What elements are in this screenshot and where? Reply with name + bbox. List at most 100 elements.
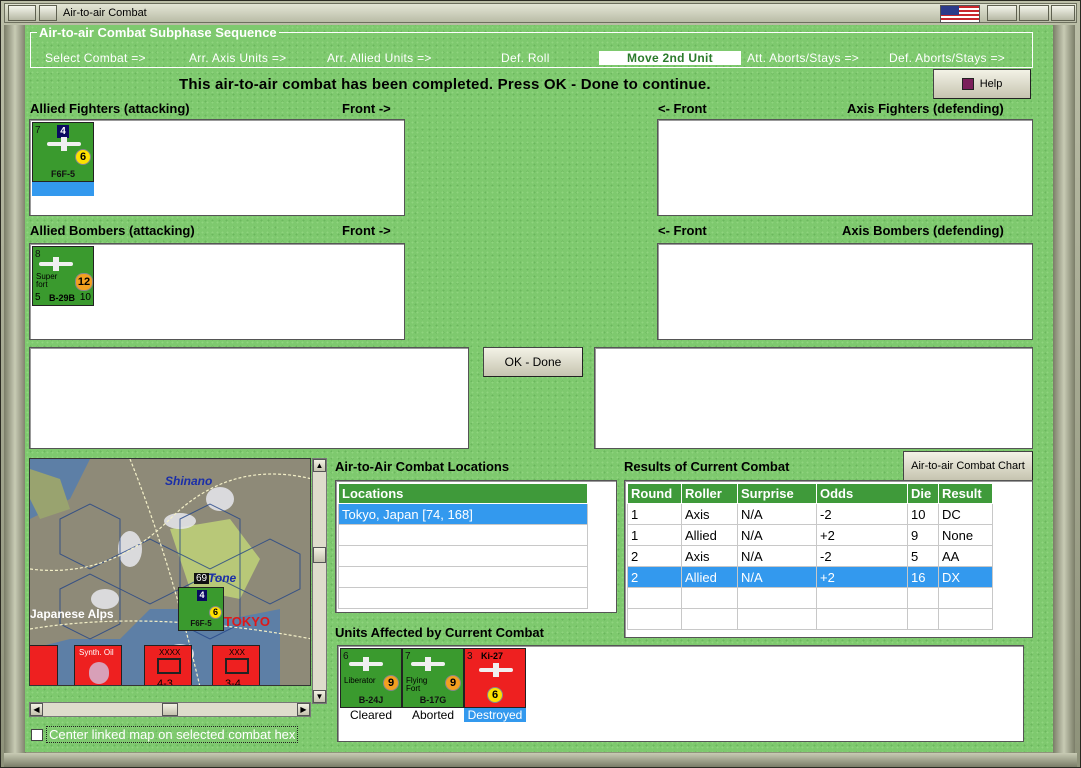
axis-fighters-front: <- Front — [658, 101, 707, 116]
result-row[interactable]: 1 Axis N/A -2 10 DC — [627, 503, 993, 525]
map-synth-oil-counter[interactable]: Synth. Oil — [74, 645, 122, 685]
map-counter-1[interactable] — [30, 645, 58, 685]
ok-done-button[interactable]: OK - Done — [483, 347, 583, 377]
location-row[interactable] — [338, 566, 588, 588]
scroll-right-arrow[interactable]: ▶ — [297, 703, 310, 716]
result-cell: +2 — [816, 524, 908, 546]
ki27-status: Destroyed — [464, 708, 526, 722]
allied-notes-box — [29, 347, 469, 449]
result-cell: -2 — [816, 503, 908, 525]
counter-name: F6F-5 — [190, 619, 212, 628]
step-def-roll: Def. Roll — [501, 51, 550, 65]
result-cell: DX — [938, 566, 993, 588]
minimize-button[interactable] — [987, 5, 1017, 21]
result-cell — [627, 608, 682, 630]
results-header-result: Result — [938, 483, 993, 504]
ki27-counter[interactable]: 3 Ki-27 6 — [464, 648, 526, 708]
counter-name: Ki-27 — [481, 651, 504, 661]
combat-chart-button[interactable]: Air-to-air Combat Chart — [903, 451, 1033, 481]
help-button[interactable]: Help — [933, 69, 1031, 99]
result-cell: 1 — [627, 503, 682, 525]
location-row[interactable] — [338, 545, 588, 567]
f6f-counter[interactable]: 7 4 6 F6F-5 — [32, 122, 94, 182]
result-row-selected[interactable]: 2 Allied N/A +2 16 DX — [627, 566, 993, 588]
locations-header: Locations — [338, 483, 588, 504]
counter-subname: Super fort — [36, 272, 58, 289]
scroll-left-arrow[interactable]: ◀ — [30, 703, 43, 716]
result-row[interactable] — [627, 587, 993, 609]
scroll-down-arrow[interactable]: ▼ — [313, 690, 326, 703]
result-cell — [681, 608, 738, 630]
counter-badge: 9 — [383, 675, 399, 691]
b24j-counter[interactable]: 6 Liberator 9 B-24J — [340, 648, 402, 708]
counter-left-value: 7 — [405, 651, 411, 662]
scroll-thumb-h[interactable] — [162, 703, 178, 716]
system-menu-button-2[interactable] — [39, 5, 57, 21]
affected-units-box[interactable]: 6 Liberator 9 B-24J Cleared 7 Flying For… — [337, 645, 1024, 742]
result-cell: 16 — [907, 566, 939, 588]
linked-map[interactable]: Shinano Tone Japanese Alps TOKYO 69 4 6 … — [29, 458, 311, 686]
army-strength-2: 3-4 — [225, 678, 241, 686]
locations-list[interactable]: Locations Tokyo, Japan [74, 168] — [335, 480, 617, 613]
counter-bottom-right: 10 — [79, 292, 91, 303]
result-cell: None — [938, 524, 993, 546]
synth-oil-label: Synth. Oil — [79, 648, 114, 657]
f6f-selection-bar — [32, 182, 94, 196]
map-army-counter-1[interactable]: XXXX 4-3 — [144, 645, 192, 685]
counter-badge: 9 — [445, 675, 461, 691]
axis-fighters-box[interactable] — [657, 119, 1033, 216]
location-cell — [338, 524, 588, 546]
maximize-button[interactable] — [1019, 5, 1049, 21]
step-select-combat: Select Combat => — [45, 51, 146, 65]
bomber-plane-icon — [39, 257, 87, 271]
counter-subname: Liberator — [344, 676, 376, 685]
fighter-plane-icon — [479, 663, 513, 677]
center-map-label[interactable]: Center linked map on selected combat hex — [46, 726, 299, 743]
window-title: Air-to-air Combat — [63, 7, 147, 19]
right-frame — [1053, 25, 1075, 759]
scroll-up-arrow[interactable]: ▲ — [313, 459, 326, 472]
scroll-thumb-v[interactable] — [313, 547, 326, 563]
result-cell: 1 — [627, 524, 682, 546]
results-table: Round Roller Surprise Odds Die Result 1A… — [627, 483, 993, 630]
counter-badge: 12 — [75, 273, 93, 291]
result-row[interactable]: 2 Axis N/A -2 5 AA — [627, 545, 993, 567]
result-cell — [907, 608, 939, 630]
result-cell: 5 — [907, 545, 939, 567]
us-flag-icon — [940, 5, 980, 23]
result-row[interactable]: 1 Allied N/A +2 9 None — [627, 524, 993, 546]
title-bar: Air-to-air Combat — [4, 3, 1077, 23]
army-size-1: XXXX — [159, 648, 181, 657]
axis-bombers-front: <- Front — [658, 223, 707, 238]
map-vertical-scrollbar[interactable]: ▲ ▼ — [312, 458, 327, 704]
b17g-counter[interactable]: 7 Flying Fort 9 B-17G — [402, 648, 464, 708]
counter-name: F6F-5 — [50, 169, 75, 179]
allied-bombers-box[interactable]: 8 Super fort 12 5 B-29B 10 — [29, 243, 405, 340]
axis-bombers-box[interactable] — [657, 243, 1033, 340]
result-row[interactable] — [627, 608, 993, 630]
result-cell: AA — [938, 545, 993, 567]
system-menu-button[interactable] — [8, 5, 36, 21]
results-header-surprise: Surprise — [737, 483, 817, 504]
map-f6f-counter[interactable]: 4 6 F6F-5 — [178, 587, 224, 631]
location-row[interactable] — [338, 587, 588, 609]
location-row[interactable] — [338, 524, 588, 546]
subphase-caption: Air-to-air Combat Subphase Sequence — [37, 25, 279, 40]
result-cell: Allied — [681, 524, 738, 546]
result-cell — [737, 587, 817, 609]
allied-fighters-box[interactable]: 7 4 6 F6F-5 — [29, 119, 405, 216]
counter-top-value: 4 — [197, 590, 207, 601]
map-horizontal-scrollbar[interactable]: ◀ ▶ — [29, 702, 311, 717]
step-def-aborts: Def. Aborts/Stays => — [889, 51, 1006, 65]
results-list[interactable]: Round Roller Surprise Odds Die Result 1A… — [624, 480, 1033, 638]
center-map-checkbox[interactable] — [31, 729, 43, 741]
b29-counter[interactable]: 8 Super fort 12 5 B-29B 10 — [32, 246, 94, 306]
location-cell: Tokyo, Japan [74, 168] — [338, 503, 588, 525]
map-army-counter-2[interactable]: XXX 3-4 — [212, 645, 260, 686]
location-row[interactable]: Tokyo, Japan [74, 168] — [338, 503, 588, 525]
synth-oil-icon — [89, 662, 109, 684]
counter-badge: 6 — [209, 606, 222, 619]
ok-done-label: OK - Done — [504, 355, 562, 369]
results-header-round: Round — [627, 483, 682, 504]
close-button[interactable] — [1051, 5, 1075, 21]
